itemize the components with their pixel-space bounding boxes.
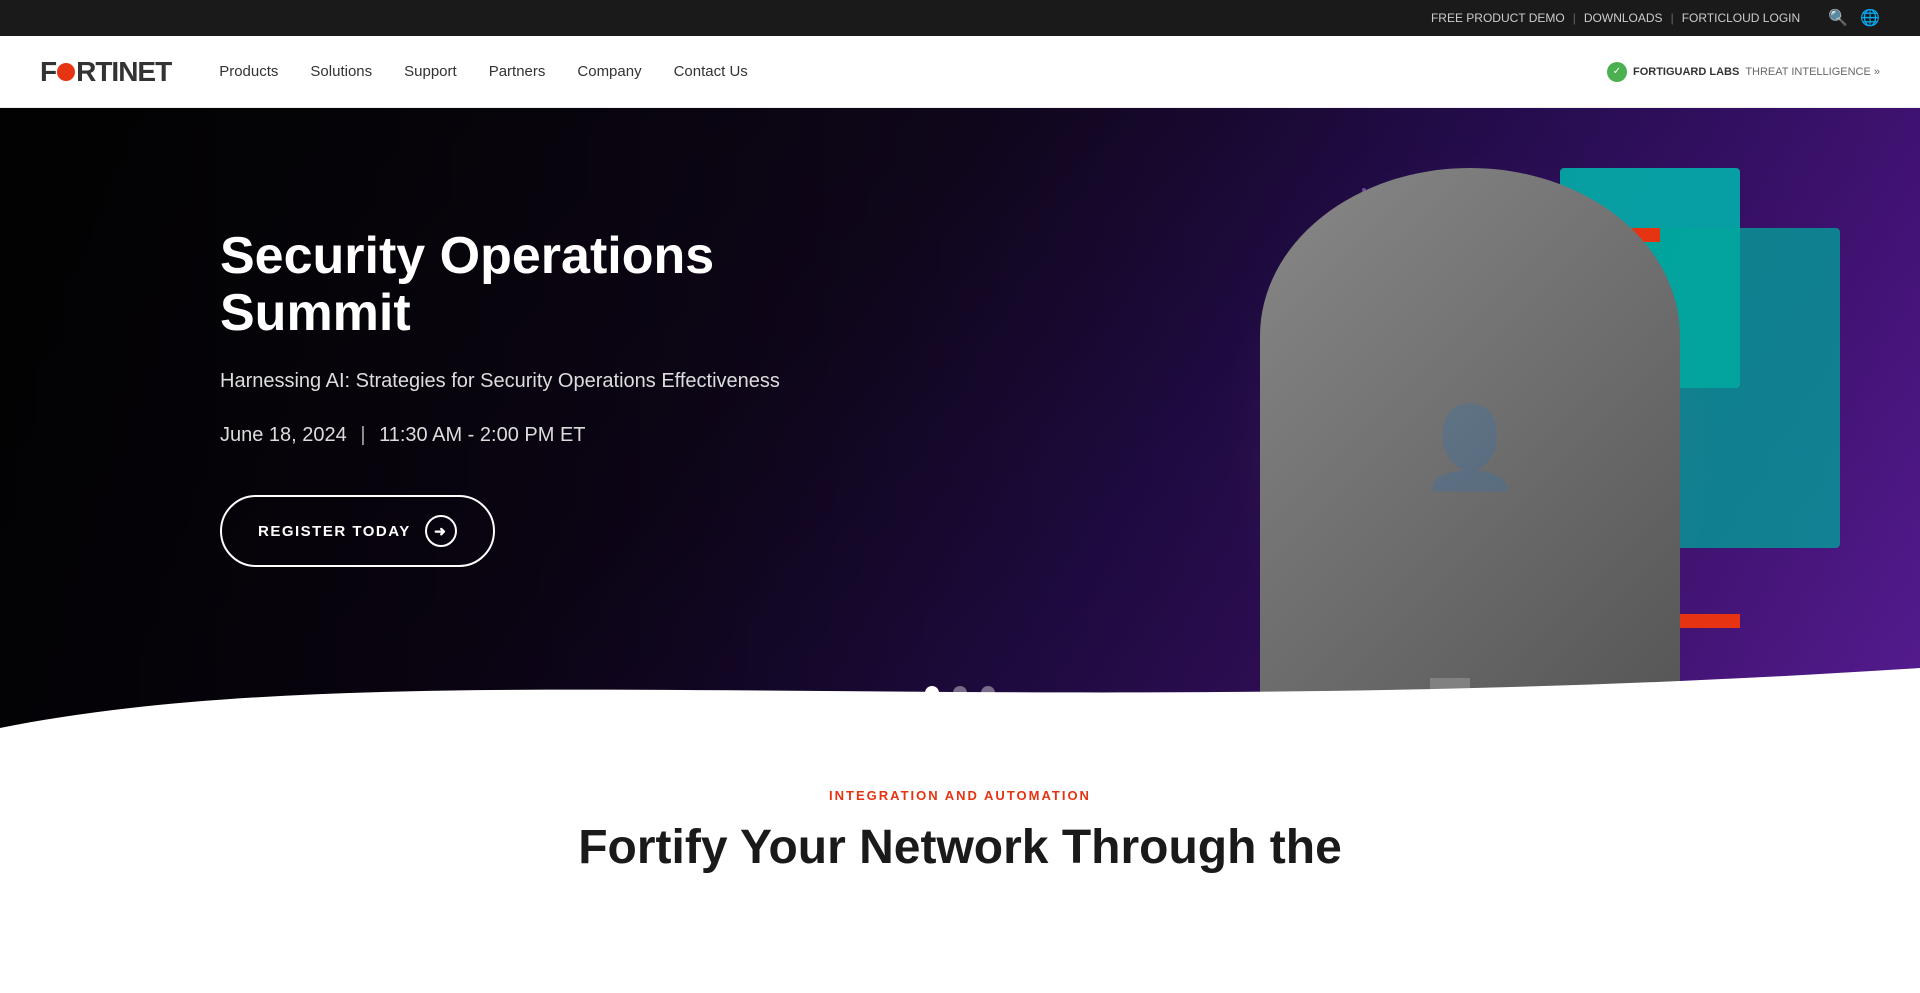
hero-title: Security Operations Summit [220, 228, 900, 342]
register-button-label: REGISTER TODAY [258, 523, 411, 540]
register-button[interactable]: REGISTER TODAY ➜ [220, 495, 495, 567]
nav-partners[interactable]: Partners [489, 63, 546, 80]
slide-dot-3[interactable] [981, 686, 995, 700]
hero-date: June 18, 2024 | 11:30 AM - 2:00 PM ET [220, 424, 900, 447]
below-hero-section: INTEGRATION AND AUTOMATION Fortify Your … [0, 728, 1920, 917]
downloads-link[interactable]: DOWNLOADS [1584, 11, 1663, 25]
register-arrow-icon: ➜ [425, 515, 457, 547]
shield-icon: ✓ [1607, 62, 1627, 82]
top-bar: FREE PRODUCT DEMO | DOWNLOADS | FORTICLO… [0, 0, 1920, 36]
nav-support[interactable]: Support [404, 63, 457, 80]
nav-products[interactable]: Products [219, 63, 278, 80]
nav-solutions[interactable]: Solutions [310, 63, 372, 80]
threat-intelligence-text: THREAT INTELLIGENCE » [1745, 66, 1880, 78]
fortiguard-label: FORTIGUARD LABS [1633, 66, 1739, 78]
hero-content: Security Operations Summit Harnessing AI… [220, 228, 900, 567]
slide-dot-1[interactable] [925, 686, 939, 700]
slide-dot-2[interactable] [953, 686, 967, 700]
section-tag: INTEGRATION AND AUTOMATION [40, 788, 1880, 803]
top-bar-icons: 🔍 🌐 [1828, 8, 1880, 28]
logo[interactable]: FRTINET [40, 56, 171, 88]
nav-right: ✓ FORTIGUARD LABS THREAT INTELLIGENCE » [1607, 62, 1880, 82]
hero-time-value: 11:30 AM - 2:00 PM ET [379, 424, 585, 446]
slide-dots [925, 686, 995, 700]
hero-section: 👤 Security Operations Summit Harnessing … [0, 108, 1920, 728]
nav-company[interactable]: Company [577, 63, 641, 80]
nav-links: Products Solutions Support Partners Comp… [219, 63, 1607, 80]
main-nav: FRTINET Products Solutions Support Partn… [0, 36, 1920, 108]
free-demo-link[interactable]: FREE PRODUCT DEMO [1431, 11, 1565, 25]
hero-subtitle: Harnessing AI: Strategies for Security O… [220, 366, 900, 396]
person-silhouette: 👤 [1260, 168, 1680, 728]
forticloud-link[interactable]: FORTICLOUD LOGIN [1682, 11, 1800, 25]
separator-1: | [1573, 11, 1576, 25]
search-icon[interactable]: 🔍 [1828, 8, 1848, 28]
fortiguard-badge[interactable]: ✓ FORTIGUARD LABS THREAT INTELLIGENCE » [1607, 62, 1880, 82]
logo-text: FRTINET [40, 56, 171, 88]
person-placeholder: 👤 [1260, 168, 1680, 728]
section-title: Fortify Your Network Through the [40, 819, 1880, 877]
top-bar-links: FREE PRODUCT DEMO | DOWNLOADS | FORTICLO… [1431, 11, 1800, 25]
globe-icon[interactable]: 🌐 [1860, 8, 1880, 28]
hero-person-image: 👤 [1220, 148, 1720, 728]
nav-contact[interactable]: Contact Us [674, 63, 748, 80]
logo-dot [57, 63, 75, 81]
date-separator: | [360, 424, 371, 446]
separator-2: | [1671, 11, 1674, 25]
hero-date-value: June 18, 2024 [220, 424, 347, 446]
